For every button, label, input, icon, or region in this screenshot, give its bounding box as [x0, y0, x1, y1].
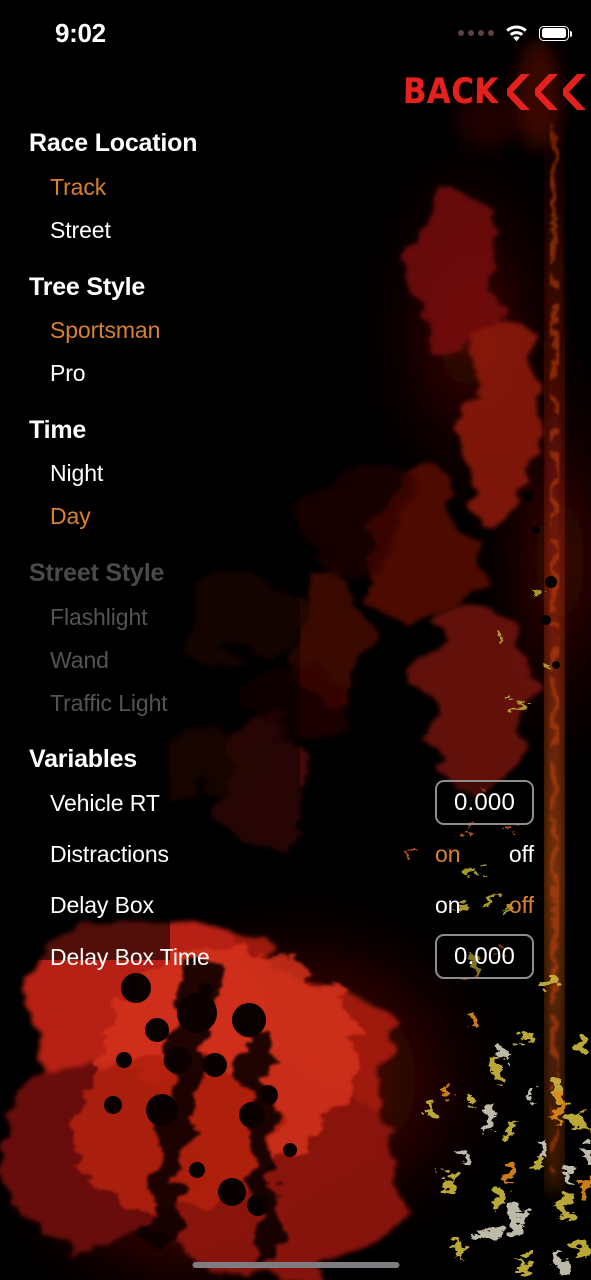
delay-box-time-input[interactable]: 0.000 — [435, 934, 534, 979]
option-pro[interactable]: Pro — [50, 360, 86, 387]
chevron-left-icon — [535, 72, 563, 112]
variable-label-vehicle-rt: Vehicle RT — [50, 790, 160, 816]
status-bar: 9:02 — [0, 0, 591, 60]
option-day[interactable]: Day — [50, 503, 91, 530]
option-night[interactable]: Night — [50, 460, 103, 487]
status-bar-time: 9:02 — [55, 18, 106, 48]
section-heading-race-location: Race Location — [29, 129, 198, 157]
chevron-left-icon — [507, 72, 535, 112]
variable-row-delay-box-time: Delay Box Time 0.000 — [0, 934, 591, 979]
distractions-off-option[interactable]: off — [509, 834, 534, 874]
delay-box-toggle: on off — [435, 885, 534, 925]
variable-label-delay-box: Delay Box — [50, 892, 154, 918]
section-heading-street-style: Street Style — [29, 559, 165, 587]
variable-row-delay-box: Delay Box on off — [0, 885, 591, 925]
variable-row-distractions: Distractions on off — [0, 834, 591, 874]
back-button[interactable]: BACK — [390, 68, 591, 116]
vehicle-rt-value: 0.000 — [453, 788, 516, 816]
back-chevrons — [507, 72, 591, 112]
option-traffic-light: Traffic Light — [50, 690, 168, 716]
home-indicator[interactable] — [192, 1262, 399, 1268]
battery-full-icon — [539, 25, 573, 41]
section-heading-time: Time — [29, 416, 87, 444]
option-street[interactable]: Street — [50, 217, 111, 244]
status-bar-indicators — [458, 22, 573, 44]
delay-box-off-option[interactable]: off — [509, 885, 534, 925]
variable-row-vehicle-rt: Vehicle RT 0.000 — [0, 780, 591, 825]
option-flashlight: Flashlight — [50, 604, 148, 630]
option-track[interactable]: Track — [50, 174, 106, 201]
option-sportsman[interactable]: Sportsman — [50, 317, 160, 344]
delay-box-on-option[interactable]: on — [435, 885, 461, 925]
distractions-on-option[interactable]: on — [435, 834, 461, 874]
wifi-icon — [505, 25, 528, 42]
back-button-label: BACK — [402, 72, 500, 112]
cellular-dots-icon — [458, 30, 494, 36]
vehicle-rt-input[interactable]: 0.000 — [435, 780, 534, 825]
option-wand: Wand — [50, 647, 109, 673]
chevron-left-icon — [563, 72, 591, 112]
variable-label-delay-box-time: Delay Box Time — [50, 944, 210, 970]
delay-box-time-value: 0.000 — [453, 942, 516, 970]
distractions-toggle: on off — [435, 834, 534, 874]
section-heading-tree-style: Tree Style — [29, 273, 146, 301]
section-heading-variables: Variables — [29, 745, 138, 773]
variable-label-distractions: Distractions — [50, 841, 169, 867]
